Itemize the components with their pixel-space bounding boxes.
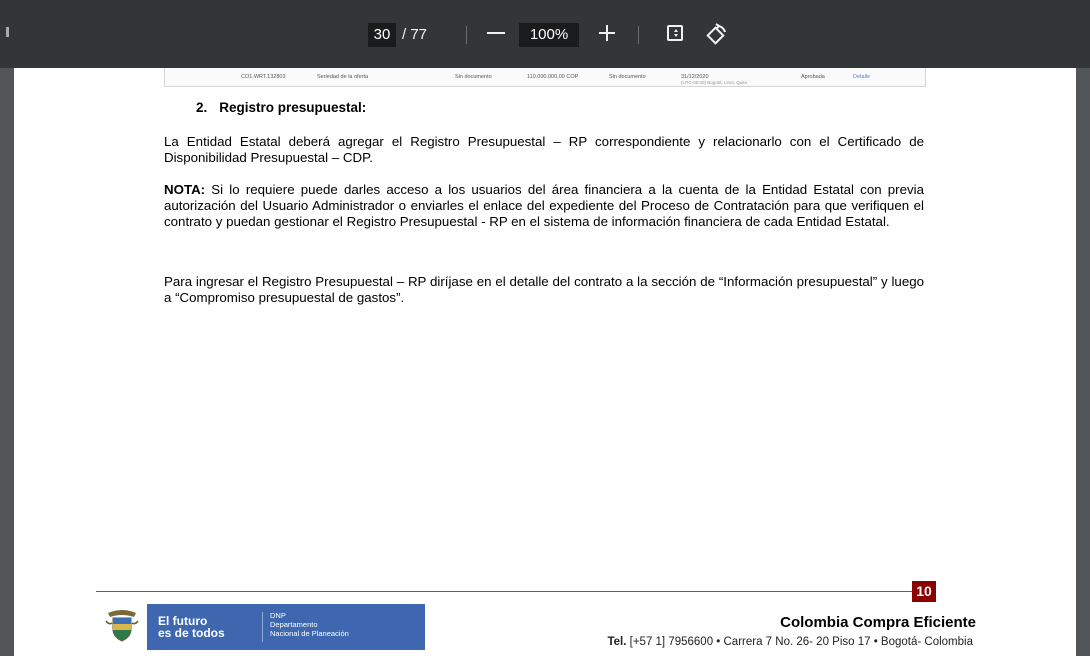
nota-text: Si lo requiere puede darles acceso a los… xyxy=(164,182,924,229)
table-cell-code: CO1.WRT.132803 xyxy=(241,74,286,80)
pdf-toolbar: 30 / 77 100% xyxy=(0,0,1090,68)
nota-label: NOTA: xyxy=(164,182,206,197)
paragraph-nota: NOTA: Si lo requiere puede darles acceso… xyxy=(164,182,924,230)
toolbar-separator xyxy=(466,26,467,44)
pdf-page: CO1.WRT.132803 Seriedad de la oferta Sin… xyxy=(14,68,1076,656)
dnp-line: DNP xyxy=(270,611,286,620)
footer-rule xyxy=(96,591,914,592)
zoom-level-input[interactable]: 100% xyxy=(519,23,579,47)
dnp-line: Departamento xyxy=(270,620,318,629)
previous-table-row: CO1.WRT.132803 Seriedad de la oferta Sin… xyxy=(164,68,926,87)
paragraph-rp: La Entidad Estatal deberá agregar el Reg… xyxy=(164,134,924,165)
detail-link[interactable]: Detalle xyxy=(853,74,870,80)
zoom-in-icon[interactable] xyxy=(595,21,619,45)
tel-label: Tel. xyxy=(607,636,627,648)
table-cell-doc: Sin documento xyxy=(609,74,646,80)
toolbar-edge-mark xyxy=(6,27,9,37)
banner-divider xyxy=(262,612,263,642)
page-number-input[interactable]: 30 xyxy=(368,23,396,47)
heading-text: Registro presupuestal: xyxy=(219,100,367,115)
table-cell-concept: Seriedad de la oferta xyxy=(317,74,369,80)
futuro-slogan: El futuro es de todos xyxy=(158,615,225,639)
fit-page-icon[interactable] xyxy=(667,25,683,41)
table-cell-doc: Sin documento xyxy=(455,74,492,80)
coat-of-arms-icon xyxy=(105,610,139,642)
zoom-out-icon[interactable] xyxy=(484,21,508,45)
heading-number: 2. xyxy=(196,100,208,115)
toolbar-separator xyxy=(638,26,639,44)
table-cell-date-note: (UTC-05:00) Bogotá, Lima, Quito xyxy=(681,80,748,85)
table-cell-amount: 110.000.000,00 COP xyxy=(527,74,579,80)
dnp-line: Nacional de Planeación xyxy=(270,629,349,638)
table-cell-status: Aprobada xyxy=(801,74,825,80)
futuro-line: es de todos xyxy=(158,626,225,640)
dnp-logo-text: DNP Departamento Nacional de Planeación xyxy=(270,611,349,638)
section-heading: 2. Registro presupuestal: xyxy=(196,100,366,115)
paragraph-ingreso: Para ingresar el Registro Presupuestal –… xyxy=(164,274,924,305)
contact-text: [+57 1] 7956600 • Carrera 7 No. 26- 20 P… xyxy=(626,636,973,648)
page-number-badge: 10 xyxy=(912,581,936,602)
gov-banner: El futuro es de todos DNP Departamento N… xyxy=(147,604,425,650)
contact-info: Tel. [+57 1] 7956600 • Carrera 7 No. 26-… xyxy=(607,636,973,648)
page-total-label: / 77 xyxy=(402,26,428,43)
brand-name: Colombia Compra Eficiente xyxy=(780,614,976,631)
rotate-icon[interactable] xyxy=(703,21,729,47)
